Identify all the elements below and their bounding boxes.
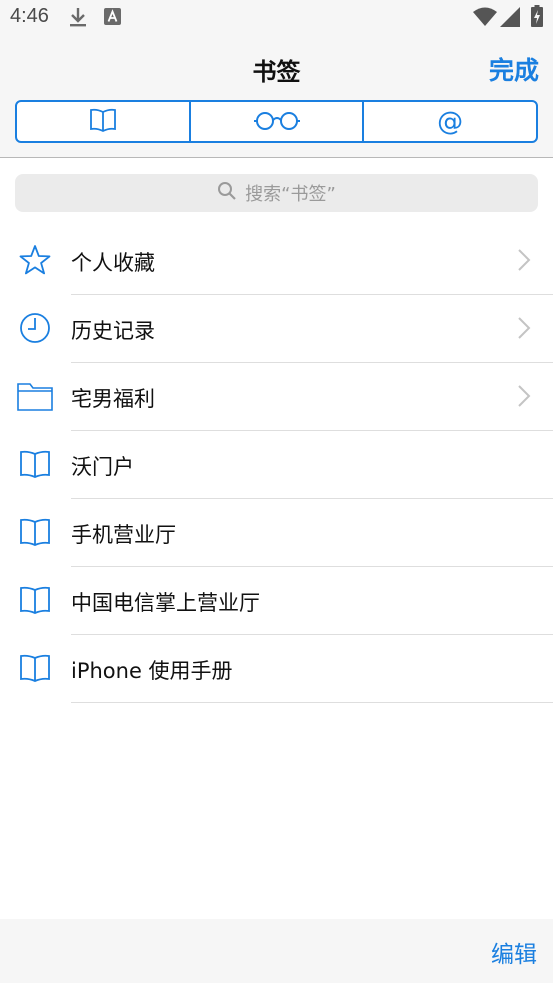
book-icon bbox=[18, 651, 52, 685]
list-item[interactable]: 中国电信掌上营业厅 bbox=[0, 567, 553, 635]
wifi-icon bbox=[473, 7, 497, 31]
tab-shared-links[interactable]: @ bbox=[362, 102, 536, 141]
bookmark-list: 个人收藏 历史记录 宅男福利 沃门户 手机营业厅 中国电信掌上营业厅 iPhon… bbox=[0, 227, 553, 703]
list-item-label: 手机营业厅 bbox=[71, 523, 176, 547]
clock-icon bbox=[18, 311, 52, 345]
folder-icon bbox=[17, 379, 53, 413]
at-sign-icon: @ bbox=[437, 106, 464, 137]
list-item[interactable]: iPhone 使用手册 bbox=[0, 635, 553, 703]
page-title: 书签 bbox=[252, 58, 301, 86]
status-time: 4:46 bbox=[10, 5, 49, 27]
book-icon bbox=[89, 108, 117, 136]
keyboard-a-icon bbox=[104, 8, 121, 29]
list-item[interactable]: 手机营业厅 bbox=[0, 499, 553, 567]
list-item-label: 宅男福利 bbox=[71, 387, 155, 411]
book-icon bbox=[18, 515, 52, 549]
list-item-label: iPhone 使用手册 bbox=[71, 659, 233, 683]
chevron-right-icon bbox=[517, 384, 531, 412]
list-item[interactable]: 宅男福利 bbox=[0, 363, 553, 431]
edit-button[interactable]: 编辑 bbox=[491, 935, 537, 969]
book-icon bbox=[18, 583, 52, 617]
tab-bookmarks[interactable] bbox=[17, 102, 189, 141]
search-icon bbox=[217, 181, 237, 205]
tab-reading-list[interactable] bbox=[188, 102, 363, 141]
search-input[interactable]: 搜索“书签” bbox=[15, 174, 538, 212]
bottom-toolbar: 编辑 bbox=[0, 919, 553, 983]
search-placeholder: 搜索“书签” bbox=[245, 184, 336, 205]
list-item[interactable]: 个人收藏 bbox=[0, 227, 553, 295]
book-icon bbox=[18, 447, 52, 481]
list-item[interactable]: 沃门户 bbox=[0, 431, 553, 499]
list-item-label: 历史记录 bbox=[71, 319, 155, 343]
status-bar: 4:46 bbox=[0, 0, 553, 36]
navigation-bar: 书签 完成 @ bbox=[0, 36, 553, 158]
list-item[interactable]: 历史记录 bbox=[0, 295, 553, 363]
download-icon bbox=[68, 6, 88, 32]
list-item-label: 沃门户 bbox=[71, 455, 134, 479]
divider bbox=[71, 702, 553, 703]
chevron-right-icon bbox=[517, 316, 531, 344]
list-item-label: 中国电信掌上营业厅 bbox=[71, 591, 260, 615]
list-item-label: 个人收藏 bbox=[71, 251, 155, 275]
chevron-right-icon bbox=[517, 248, 531, 276]
cell-signal-icon bbox=[500, 7, 520, 31]
done-button[interactable]: 完成 bbox=[489, 51, 539, 87]
segmented-control: @ bbox=[15, 100, 538, 143]
battery-charging-icon bbox=[531, 5, 543, 31]
star-icon bbox=[18, 243, 52, 277]
glasses-icon bbox=[253, 109, 300, 135]
